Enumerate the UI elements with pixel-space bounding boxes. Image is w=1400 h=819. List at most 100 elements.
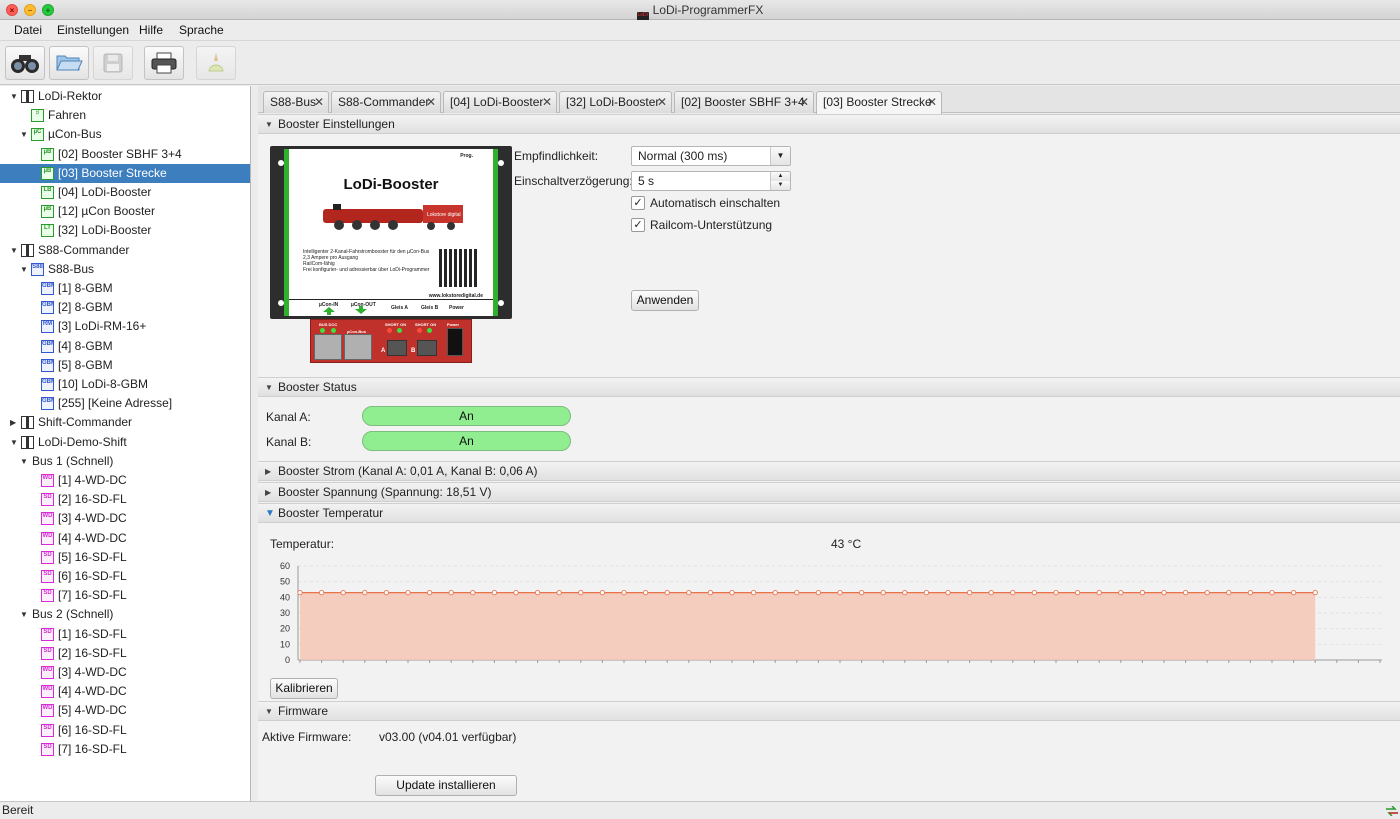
tree-item[interactable]: GBM [1] 8-GBM [0,279,250,298]
tree-item[interactable]: ▼ Bus 1 (Schnell) [0,452,250,471]
tree-item[interactable]: WD [3] 4-WD-DC [0,663,250,682]
tree-item[interactable]: SD [7] 16-SD-FL [0,740,250,759]
tree-collapse-icon[interactable]: ▼ [20,452,30,471]
expand-arrow-icon: ▶ [265,488,272,497]
green-node-icon: LB [41,186,54,199]
tree-item[interactable]: ▼ LoDi-Rektor [0,87,250,106]
temperature-point [1118,589,1124,596]
tree-item-label: [2] 16-SD-FL [58,645,127,660]
menu-sprache[interactable]: Sprache [179,23,224,37]
install-update-button[interactable]: Update installieren [375,775,517,796]
railcom-checkbox[interactable]: ✓ [631,218,645,232]
tree-item[interactable]: GBM [4] 8-GBM [0,337,250,356]
tree-item[interactable]: µB [02] Booster SBHF 3+4 [0,145,250,164]
close-icon[interactable]: ✕ [426,92,436,113]
delay-spinner[interactable]: 5 s ▲ ▼ [631,171,791,191]
temperature-point [621,589,627,596]
tree-item[interactable]: SD [2] 16-SD-FL [0,490,250,509]
save-button[interactable] [93,46,133,80]
tab[interactable]: [02] Booster SBHF 3+4 ✕ [674,91,814,113]
tree-item[interactable]: WD [3] 4-WD-DC [0,509,250,528]
tab[interactable]: [32] LoDi-Booster ✕ [559,91,672,113]
open-file-button[interactable] [49,46,89,80]
section-header-current[interactable]: ▶ Booster Strom (Kanal A: 0,01 A, Kanal … [258,461,1400,481]
search-devices-button[interactable] [5,46,45,80]
tree-item[interactable]: WD [4] 4-WD-DC [0,682,250,701]
section-header-firmware[interactable]: ▼ Firmware [258,701,1400,721]
section-header-voltage[interactable]: ▶ Booster Spannung (Spannung: 18,51 V) [258,482,1400,502]
tree-item[interactable]: WD [1] 4-WD-DC [0,471,250,490]
auto-on-checkbox[interactable]: ✓ [631,196,645,210]
tree-item[interactable]: GBM [10] LoDi-8-GBM [0,375,250,394]
temperature-point [1031,589,1038,596]
section-header-settings[interactable]: ▼ Booster Einstellungen [258,114,1400,134]
spin-down-icon[interactable]: ▼ [770,181,790,190]
spin-up-icon[interactable]: ▲ [770,172,790,181]
tree-item[interactable]: RM [3] LoDi-RM-16+ [0,317,250,336]
close-icon[interactable]: ✕ [314,92,324,113]
close-icon[interactable]: ✕ [657,92,667,113]
tree-item[interactable]: ♯ Fahren [0,106,250,125]
tree-item[interactable]: ▼ S88 S88-Bus [0,260,250,279]
tab[interactable]: S88-Bus ✕ [263,91,329,113]
tree-collapse-icon[interactable]: ▼ [20,605,30,624]
tree-item[interactable]: SD [1] 16-SD-FL [0,625,250,644]
tree-collapse-icon[interactable]: ▼ [20,260,30,279]
menu-einstellungen[interactable]: Einstellungen [57,23,129,37]
magenta-node-icon: SD [41,589,54,603]
tree-item[interactable]: ▼ µC µCon-Bus [0,125,250,144]
tree-collapse-icon[interactable]: ▼ [10,87,20,106]
green-node-icon: µB [41,166,54,180]
tree-item[interactable]: SD [6] 16-SD-FL [0,721,250,740]
close-icon[interactable]: ✕ [542,92,552,113]
tree-item[interactable]: WD [5] 4-WD-DC [0,701,250,720]
tree-item[interactable]: SD [5] 16-SD-FL [0,548,250,567]
tree-item[interactable]: GBM [5] 8-GBM [0,356,250,375]
temperature-point [1139,589,1146,596]
temperature-point [858,589,865,596]
magenta-node-icon: WD [41,474,54,487]
tree-item[interactable]: ▼ S88-Commander [0,241,250,260]
tree-item[interactable]: ▼ LoDi-Demo-Shift [0,433,250,452]
tree-item[interactable]: SD [2] 16-SD-FL [0,644,250,663]
tree-item[interactable]: LB [04] LoDi-Booster [0,183,250,202]
chevron-down-icon[interactable]: ▼ [770,147,790,165]
tab[interactable]: [04] LoDi-Booster ✕ [443,91,557,113]
device-tree[interactable]: ▼ LoDi-Rektor ♯ Fahren ▼ µC µCon-Bus µB [02] Boo… [0,86,251,801]
tree-item[interactable]: SD [6] 16-SD-FL [0,567,250,586]
print-button[interactable] [144,46,184,80]
tree-collapse-icon[interactable]: ▼ [10,433,20,452]
sensitivity-select[interactable]: Normal (300 ms) ▼ [631,146,791,166]
tree-expand-icon[interactable]: ▶ [10,413,20,432]
tree-item[interactable]: SD [7] 16-SD-FL [0,586,250,605]
rj-port [344,334,372,360]
tab[interactable]: S88-Commander ✕ [331,91,441,113]
tree-collapse-icon[interactable]: ▼ [20,125,30,144]
temperature-point [578,589,584,596]
apply-button[interactable]: Anwenden [631,290,699,311]
section-header-temperature[interactable]: ▼ Booster Temperatur [258,503,1400,523]
section-header-status[interactable]: ▼ Booster Status [258,377,1400,397]
tree-item[interactable]: GBM [255] [Keine Adresse] [0,394,250,413]
tree-collapse-icon[interactable]: ▼ [10,241,20,260]
menu-hilfe[interactable]: Hilfe [139,23,163,37]
tree-item[interactable]: LT [32] LoDi-Booster [0,221,250,240]
temperature-point [1074,589,1081,596]
tree-item[interactable]: GBM [2] 8-GBM [0,298,250,317]
calibrate-button[interactable]: Kalibrieren [270,678,338,699]
close-icon[interactable]: ✕ [799,92,809,113]
auto-on-label: Automatisch einschalten [650,196,781,210]
tree-item[interactable]: ▼ Bus 2 (Schnell) [0,605,250,624]
temperature-point [729,589,735,596]
close-icon[interactable]: ✕ [927,92,937,113]
tree-item[interactable]: µB [12] µCon Booster [0,202,250,221]
tree-item-label: [6] 16-SD-FL [58,722,127,737]
port-labels: µCon-IN µCon-OUT Gleis A Gleis B Power [289,299,493,316]
menu-datei[interactable]: Datei [14,23,42,37]
tree-item[interactable]: µB [03] Booster Strecke [0,163,250,183]
clean-button[interactable] [196,46,236,80]
tab[interactable]: [03] Booster Strecke ✕ [816,91,942,114]
firmware-active-label: Aktive Firmware: [262,730,352,744]
tree-item[interactable]: ▶ Shift-Commander [0,413,250,432]
tree-item[interactable]: WD [4] 4-WD-DC [0,529,250,548]
